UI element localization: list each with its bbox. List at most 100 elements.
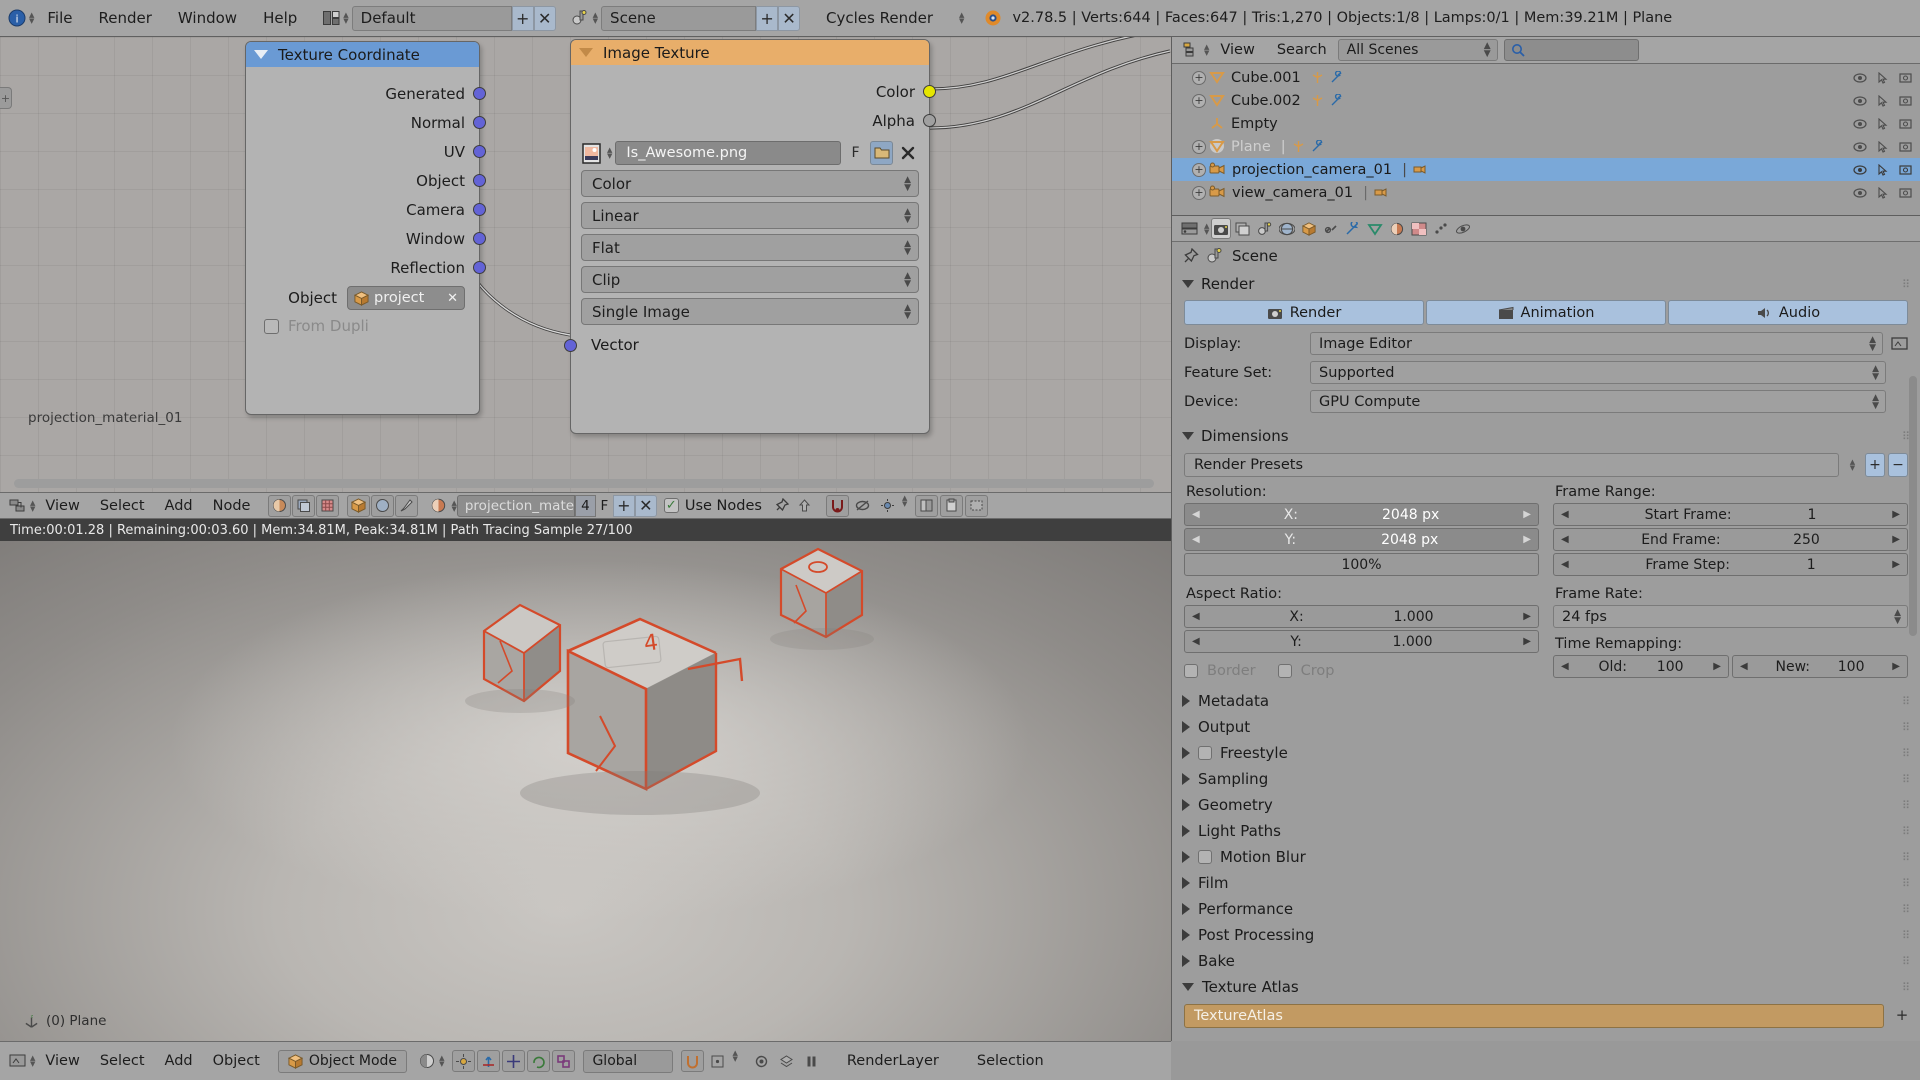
material-name-field[interactable]: projection_materia... [456, 494, 575, 517]
node-group-icon[interactable] [965, 494, 989, 517]
camera-render-icon[interactable] [1899, 118, 1912, 130]
outliner-search-field[interactable] [1503, 39, 1639, 61]
panel-header-sampling[interactable]: Sampling ⠿ [1172, 766, 1920, 792]
socket-row-object[interactable]: Object [246, 166, 486, 195]
proportional-edit-icon[interactable] [876, 495, 899, 517]
camera-data-icon[interactable] [1413, 163, 1426, 176]
motion-blur-checkbox[interactable] [1198, 850, 1212, 864]
mesh-data-icon[interactable] [1311, 94, 1324, 107]
display-dropdown[interactable]: Image Editor ▲ ▼ [1310, 332, 1883, 355]
node-editor-toolshelf-tab[interactable]: + [0, 87, 12, 109]
panel-header-geometry[interactable]: Geometry ⠿ [1172, 792, 1920, 818]
shader-type-world-icon[interactable] [292, 494, 316, 517]
cursor-select-icon[interactable] [1877, 163, 1889, 176]
decrement-arrow-icon[interactable]: ◀ [1192, 534, 1200, 545]
from-dupli-row[interactable]: From Dupli [246, 312, 479, 343]
cursor-select-icon[interactable] [1877, 117, 1889, 130]
material-users-count[interactable]: 4 [574, 494, 596, 517]
blender-info-icon[interactable]: i [6, 7, 28, 29]
node-menu-add[interactable]: Add [155, 498, 203, 514]
outliner-item-data-icons[interactable] [1311, 94, 1343, 107]
select-projection[interactable]: Flat ▲ ▼ [581, 234, 919, 261]
tab-physics[interactable] [1453, 218, 1473, 239]
resolution-percent-field[interactable]: 100% [1184, 553, 1539, 576]
remove-preset-button[interactable]: − [1888, 453, 1908, 477]
pivot-point-icon[interactable] [452, 1050, 476, 1072]
outliner-display-mode-dropdown[interactable]: All Scenes ▲ ▼ [1337, 39, 1498, 61]
crop-checkbox[interactable] [1277, 664, 1292, 678]
menu-help[interactable]: Help [250, 7, 310, 29]
viewport-menu-view[interactable]: View [35, 1053, 89, 1069]
decrement-arrow-icon[interactable]: ◀ [1192, 636, 1200, 647]
camera-render-icon[interactable] [1899, 95, 1912, 107]
selection-label[interactable]: Selection [967, 1053, 1054, 1069]
viewport-shading-icon[interactable] [415, 1050, 438, 1072]
panel-header-texture-atlas[interactable]: Texture Atlas ⠿ [1172, 974, 1920, 1000]
eye-icon[interactable] [1853, 187, 1867, 199]
outliner-item-data-icons[interactable]: | [1402, 162, 1426, 178]
viewport-shading-spinner[interactable]: ▲ ▼ [439, 1055, 444, 1068]
tab-constraints[interactable] [1321, 218, 1341, 239]
render-engine-dropdown[interactable]: Cycles Render [818, 6, 958, 31]
freestyle-checkbox[interactable] [1198, 746, 1212, 760]
panel-header-bake[interactable]: Bake ⠿ [1172, 948, 1920, 974]
outliner-menu-search[interactable]: Search [1266, 42, 1338, 58]
render-presets-dropdown[interactable]: Render Presets [1184, 453, 1839, 477]
socket-row-reflection[interactable]: Reflection [246, 253, 486, 282]
object-field[interactable]: project ✕ [347, 286, 465, 310]
image-spinner[interactable]: ▲ ▼ [607, 147, 612, 160]
add-scene-button[interactable]: + [756, 5, 779, 31]
tab-data[interactable] [1365, 218, 1385, 239]
socket-window[interactable] [473, 232, 486, 245]
outliner-item-data-icons[interactable]: | [1281, 139, 1324, 155]
manipulator-icon[interactable] [477, 1050, 501, 1072]
tab-render[interactable] [1211, 218, 1232, 239]
expand-toggle-icon[interactable]: + [1192, 185, 1206, 200]
outliner-visibility-icons[interactable] [1853, 117, 1912, 130]
socket-object[interactable] [473, 174, 486, 187]
outliner-visibility-icons[interactable] [1853, 186, 1912, 199]
camera-render-icon[interactable] [1899, 164, 1912, 176]
panel-header-post-processing[interactable]: Post Processing ⠿ [1172, 922, 1920, 948]
socket-row-alpha[interactable]: Alpha [571, 106, 936, 135]
outliner-editor-type-icon[interactable] [1180, 39, 1203, 61]
slot-brush-icon[interactable] [395, 494, 419, 517]
expand-toggle-icon[interactable]: + [1192, 93, 1206, 108]
decrement-arrow-icon[interactable]: ◀ [1561, 661, 1569, 672]
tab-render-layers[interactable] [1233, 218, 1253, 239]
pin-icon[interactable] [1182, 248, 1199, 264]
panel-header-performance[interactable]: Performance ⠿ [1172, 896, 1920, 922]
increment-arrow-icon[interactable]: ▶ [1892, 559, 1900, 570]
outliner-row-plane[interactable]: + Plane | [1172, 135, 1920, 158]
proportional-falloff-icon[interactable] [750, 1050, 773, 1072]
decrement-arrow-icon[interactable]: ◀ [1561, 534, 1569, 545]
slot-world-icon[interactable] [371, 494, 395, 517]
socket-uv[interactable] [473, 145, 486, 158]
socket-color[interactable] [923, 85, 936, 98]
tab-material[interactable] [1387, 218, 1407, 239]
select-extension[interactable]: Clip ▲ ▼ [581, 266, 919, 293]
texture-atlas-add-button[interactable]: + [1892, 1004, 1912, 1026]
proportional-spinner[interactable]: ▲ ▼ [902, 494, 907, 517]
image-name-field[interactable]: Is_Awesome.png [615, 141, 841, 165]
socket-normal[interactable] [473, 116, 486, 129]
node-editor-horizontal-scrollbar[interactable] [14, 479, 1154, 488]
panel-header-light-paths[interactable]: Light Paths ⠿ [1172, 818, 1920, 844]
transform-translate-icon[interactable] [502, 1050, 526, 1072]
tab-object[interactable] [1299, 218, 1319, 239]
viewport-menu-object[interactable]: Object [203, 1053, 270, 1069]
increment-arrow-icon[interactable]: ▶ [1892, 661, 1900, 672]
frame-rate-dropdown[interactable]: 24 fps ▲ ▼ [1553, 605, 1908, 628]
slot-object-icon[interactable] [347, 494, 371, 517]
collapse-triangle-icon[interactable] [254, 50, 268, 59]
cursor-select-icon[interactable] [1877, 140, 1889, 153]
node-header-image-texture[interactable]: Image Texture [571, 40, 929, 65]
aspect-x-field[interactable]: ◀ X: 1.000 ▶ [1184, 605, 1539, 628]
decrement-arrow-icon[interactable]: ◀ [1192, 611, 1200, 622]
modifier-wrench-icon[interactable] [1311, 140, 1324, 153]
select-interpolation[interactable]: Linear ▲ ▼ [581, 202, 919, 229]
outliner-visibility-icons[interactable] [1853, 94, 1912, 107]
snap-element-icon[interactable] [706, 1050, 729, 1072]
border-checkbox[interactable] [1184, 664, 1198, 678]
panel-header-motion-blur[interactable]: Motion Blur ⠿ [1172, 844, 1920, 870]
